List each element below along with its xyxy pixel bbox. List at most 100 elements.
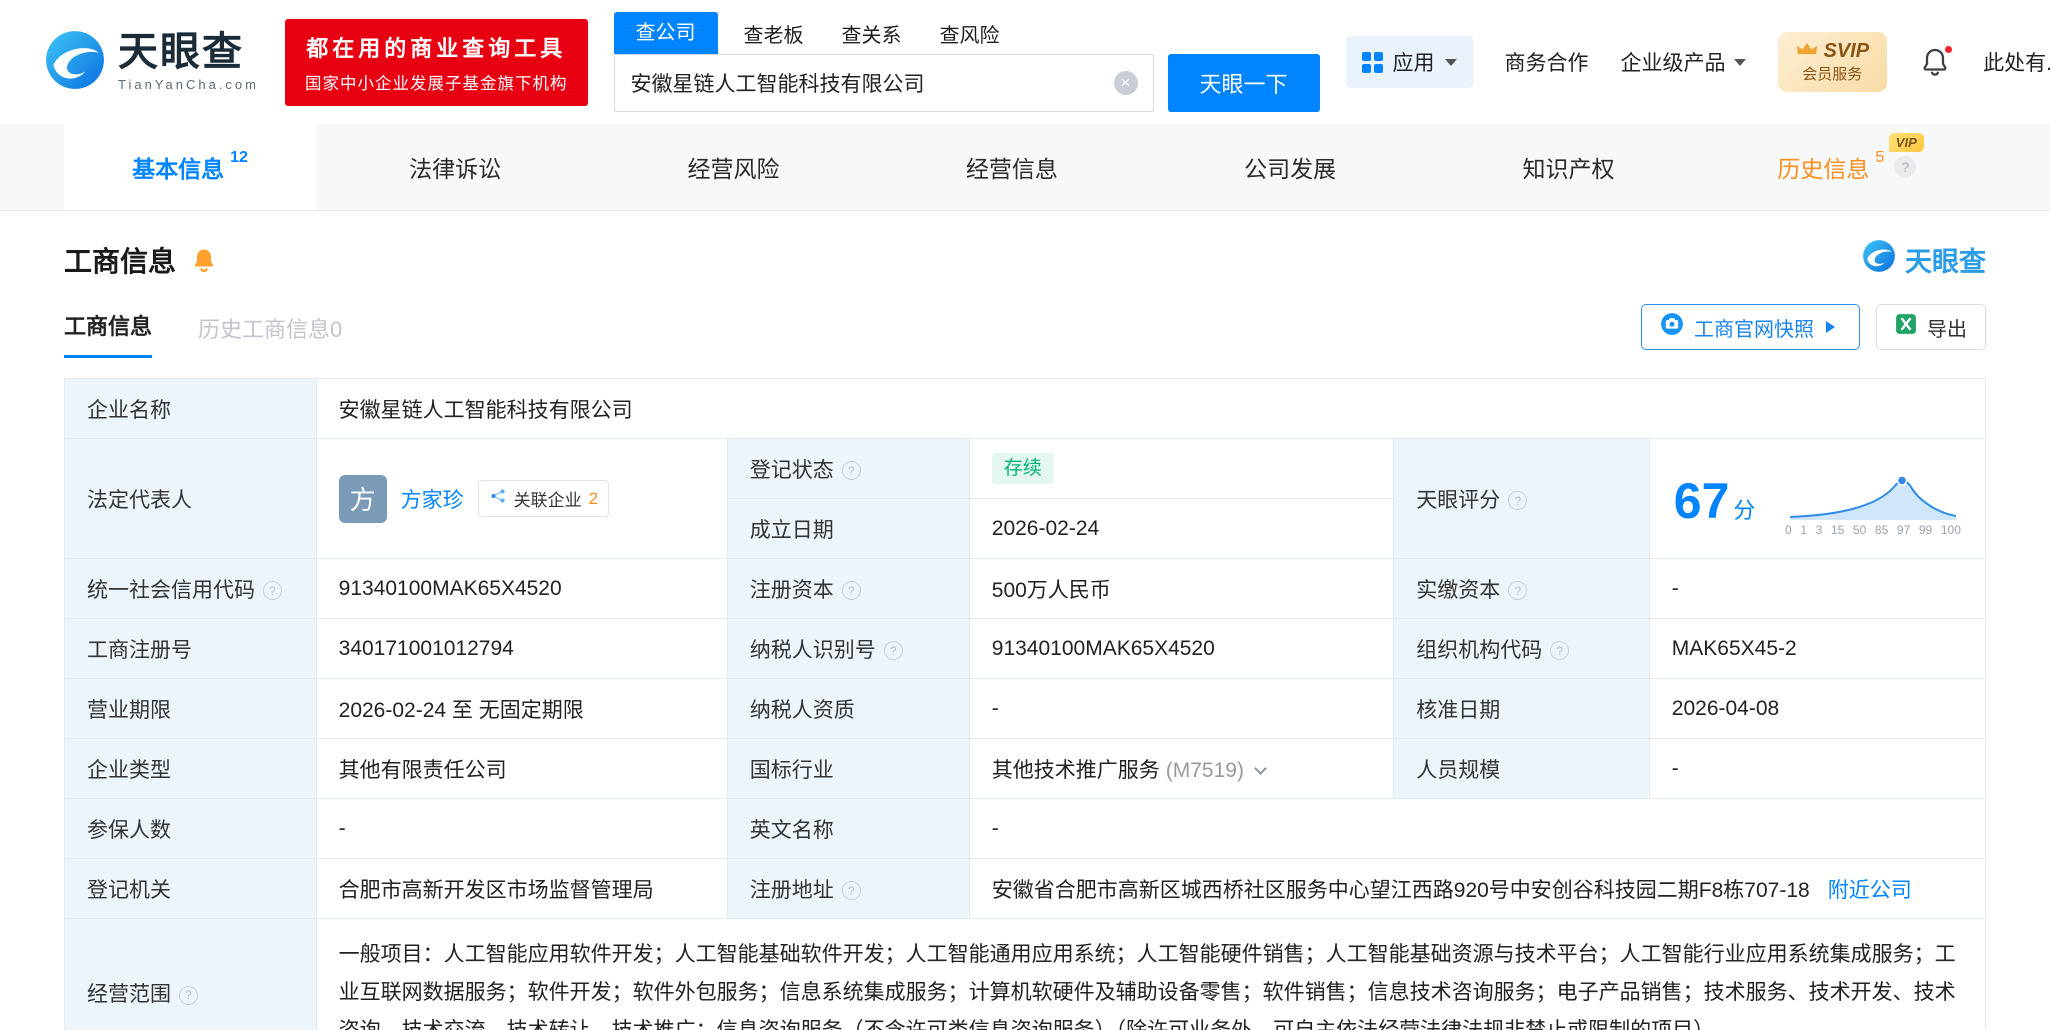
- help-icon[interactable]: ?: [1508, 491, 1527, 510]
- taxpayer-quality-label: 纳税人资质: [727, 679, 969, 739]
- svip-badge[interactable]: SVIP 会员服务: [1778, 32, 1888, 91]
- notification-dot: [1943, 44, 1954, 55]
- export-label: 导出: [1927, 313, 1967, 342]
- legal-rep-link[interactable]: 方家珍: [401, 484, 464, 514]
- snapshot-label: 工商官网快照: [1694, 313, 1814, 342]
- credit-code-label: 统一社会信用代码?: [65, 559, 317, 619]
- tianyancha-logo-icon: [1862, 239, 1896, 280]
- reg-capital-value: 500万人民币: [969, 559, 1394, 619]
- industry-label: 国标行业: [727, 739, 969, 799]
- table-row: 工商注册号 340171001012794 纳税人识别号? 91340100MA…: [65, 619, 1986, 679]
- score-cell: 67 分 0131550859799100: [1649, 439, 1985, 559]
- chevron-down-icon[interactable]: [1254, 762, 1267, 775]
- business-info-table: 企业名称 安徽星链人工智能科技有限公司 法定代表人 方 方家珍: [64, 378, 1986, 1030]
- taxpayer-id-label: 纳税人识别号?: [727, 619, 969, 679]
- business-scope-value: 一般项目：人工智能应用软件开发；人工智能基础软件开发；人工智能通用应用系统；人工…: [316, 919, 1985, 1030]
- business-cooperation-link[interactable]: 商务合作: [1505, 47, 1589, 77]
- tianyancha-logo-icon: [44, 29, 106, 96]
- reg-status-value: 存续: [969, 439, 1394, 499]
- company-name-label: 企业名称: [65, 379, 317, 439]
- official-snapshot-button[interactable]: 工商官网快照: [1641, 304, 1860, 350]
- related-companies-count: 2: [589, 489, 598, 509]
- approval-date-value: 2026-04-08: [1649, 679, 1985, 739]
- staff-size-value: -: [1649, 739, 1985, 799]
- crown-icon: [1796, 40, 1818, 63]
- reg-authority-value: 合肥市高新开发区市场监督管理局: [316, 859, 727, 919]
- help-icon[interactable]: ?: [842, 581, 861, 600]
- search-tab-relation[interactable]: 查关系: [842, 19, 902, 48]
- tianyancha-logo[interactable]: 天眼查 TianYanCha.com: [44, 29, 259, 96]
- user-menu[interactable]: 此处有...: [1983, 47, 2050, 77]
- export-button[interactable]: 导出: [1876, 304, 1986, 350]
- snapshot-icon: [1660, 312, 1684, 342]
- tab-business-info[interactable]: 经营信息: [873, 124, 1151, 210]
- company-nav-tabs: 基本信息 12 法律诉讼 经营风险 经营信息 公司发展 知识产权 VIP 历史信…: [0, 124, 2050, 211]
- tab-intellectual-property[interactable]: 知识产权: [1429, 124, 1707, 210]
- help-icon[interactable]: ?: [842, 461, 861, 480]
- tab-basic-label: 基本信息: [132, 150, 224, 184]
- promo-line1: 都在用的商业查询工具: [305, 31, 568, 63]
- reg-capital-label: 注册资本?: [727, 559, 969, 619]
- reg-authority-label: 登记机关: [65, 859, 317, 919]
- taxpayer-id-value: 91340100MAK65X4520: [969, 619, 1394, 679]
- vip-tag: VIP: [1889, 133, 1924, 152]
- enterprise-products-link[interactable]: 企业级产品: [1621, 47, 1746, 77]
- user-label: 此处有...: [1983, 47, 2050, 77]
- table-row: 企业类型 其他有限责任公司 国标行业 其他技术推广服务(M7519) 人员规模 …: [65, 739, 1986, 799]
- search-tab-company[interactable]: 查公司: [614, 12, 718, 54]
- tab-company-development[interactable]: 公司发展: [1151, 124, 1429, 210]
- subtab-business-registration[interactable]: 工商信息: [64, 309, 152, 358]
- subscribe-bell-icon[interactable]: [190, 246, 218, 274]
- help-icon[interactable]: ?: [179, 986, 198, 1005]
- arrow-right-icon: [1826, 321, 1841, 333]
- table-row: 法定代表人 方 方家珍 关联企业: [65, 439, 1986, 499]
- score-axis-ticks: 0131550859799100: [1785, 523, 1961, 537]
- english-name-label: 英文名称: [727, 799, 969, 859]
- logo-domain: TianYanCha.com: [118, 77, 259, 92]
- subtab-history-registration[interactable]: 历史工商信息0: [198, 312, 342, 358]
- clear-icon[interactable]: ×: [1114, 71, 1138, 95]
- watermark-label: 天眼查: [1905, 240, 1986, 279]
- score-unit: 分: [1733, 500, 1755, 522]
- search-button[interactable]: 天眼一下: [1168, 54, 1320, 112]
- help-icon[interactable]: ?: [1894, 156, 1916, 178]
- tab-basic-info[interactable]: 基本信息 12: [64, 124, 316, 210]
- industry-code: (M7519): [1166, 759, 1244, 782]
- notification-bell-icon[interactable]: [1919, 46, 1951, 78]
- tab-business-risk[interactable]: 经营风险: [594, 124, 872, 210]
- promo-banner[interactable]: 都在用的商业查询工具 国家中小企业发展子基金旗下机构: [285, 19, 588, 106]
- table-row: 经营范围? 一般项目：人工智能应用软件开发；人工智能基础软件开发；人工智能通用应…: [65, 919, 1986, 1030]
- table-row: 营业期限 2026-02-24 至 无固定期限 纳税人资质 - 核准日期 202…: [65, 679, 1986, 739]
- apps-menu[interactable]: 应用: [1346, 36, 1473, 88]
- insured-label: 参保人数: [65, 799, 317, 859]
- business-term-value: 2026-02-24 至 无固定期限: [316, 679, 727, 739]
- tab-legal-proceedings[interactable]: 法律诉讼: [316, 124, 594, 210]
- tab-history-info[interactable]: VIP 历史信息 5 ?: [1708, 124, 1986, 210]
- insured-value: -: [316, 799, 727, 859]
- address-value: 安徽省合肥市高新区城西桥社区服务中心望江西路920号中安创谷科技园二期F8栋70…: [969, 859, 1985, 919]
- legal-rep-avatar[interactable]: 方: [339, 475, 387, 523]
- org-code-value: MAK65X45-2: [1649, 619, 1985, 679]
- help-icon[interactable]: ?: [884, 641, 903, 660]
- table-row: 参保人数 - 英文名称 -: [65, 799, 1986, 859]
- tab-basic-count: 12: [230, 149, 248, 167]
- approval-date-label: 核准日期: [1394, 679, 1649, 739]
- help-icon[interactable]: ?: [842, 881, 861, 900]
- search-tab-risk[interactable]: 查风险: [940, 19, 1000, 48]
- tianyancha-watermark: 天眼查: [1862, 239, 1986, 280]
- apps-grid-icon: [1362, 52, 1383, 73]
- nearby-companies-link[interactable]: 附近公司: [1828, 879, 1912, 902]
- help-icon[interactable]: ?: [1550, 641, 1569, 660]
- promo-line2: 国家中小企业发展子基金旗下机构: [305, 70, 568, 94]
- paid-capital-label: 实缴资本?: [1394, 559, 1649, 619]
- search-area: 查公司 查老板 查关系 查风险 × 天眼一下: [614, 12, 1320, 112]
- search-tab-boss[interactable]: 查老板: [744, 19, 804, 48]
- page: { "header": { "logo": {"name": "天眼查", "d…: [0, 0, 2050, 1030]
- svip-sublabel: 会员服务: [1796, 66, 1870, 83]
- related-companies-tag[interactable]: 关联企业 2: [478, 480, 609, 517]
- help-icon[interactable]: ?: [1508, 581, 1527, 600]
- help-icon[interactable]: ?: [263, 581, 282, 600]
- search-input[interactable]: [614, 54, 1154, 112]
- top-header: 天眼查 TianYanCha.com 都在用的商业查询工具 国家中小企业发展子基…: [0, 0, 2050, 124]
- company-type-label: 企业类型: [65, 739, 317, 799]
